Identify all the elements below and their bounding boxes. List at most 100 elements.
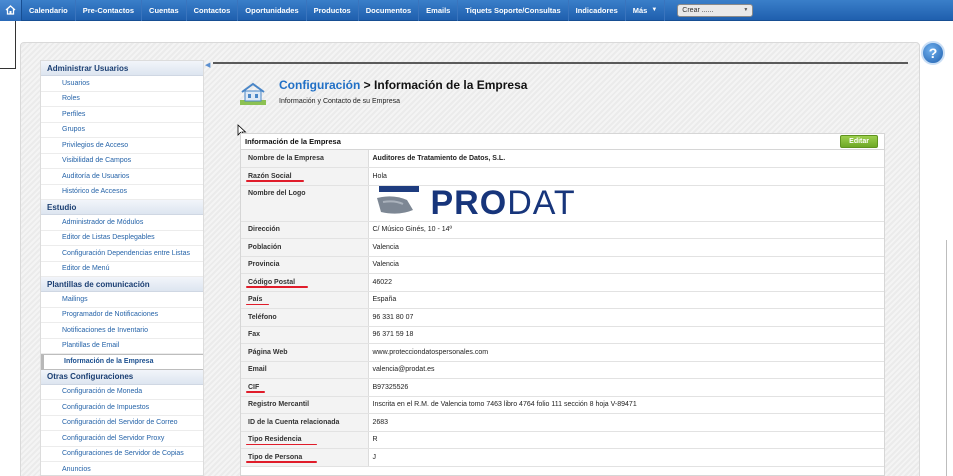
nav-more-menu[interactable]: Más ▼ (626, 0, 666, 21)
panel-header: Información de la Empresa Editar (241, 134, 884, 150)
sidebar-item[interactable]: Histórico de Accesos (41, 185, 203, 200)
field-label: ID de la Cuenta relacionada (241, 413, 369, 432)
sidebar-item[interactable]: Plantillas de Email (41, 339, 203, 354)
red-underline-annotation (246, 391, 265, 393)
sidebar-item[interactable]: Visibilidad de Campos (41, 154, 203, 169)
field-label: Código Postal (241, 273, 369, 292)
table-row: Nombre del Logo PRODAT (241, 185, 884, 222)
nav-item[interactable]: Emails (419, 0, 459, 21)
sidebar-item[interactable]: Notificaciones de Inventario (41, 323, 203, 339)
field-value: Valencia (368, 238, 884, 257)
field-label: Página Web (241, 343, 369, 362)
field-value: 96 331 80 07 (368, 308, 884, 327)
page-title: Configuración > Información de la Empres… (279, 78, 527, 92)
nav-item[interactable]: Calendario (22, 0, 76, 21)
sidebar-item[interactable]: Configuraciones de Servidor de Copias (41, 447, 203, 462)
nav-item[interactable]: Oportunidades (238, 0, 307, 21)
field-label: Razón Social (241, 167, 369, 186)
red-underline-annotation (246, 303, 270, 305)
nav-item[interactable]: Productos (307, 0, 359, 21)
field-label-text: Provincia (248, 261, 280, 269)
edit-button[interactable]: Editar (840, 135, 878, 148)
field-value: Hola (368, 167, 884, 186)
help-button[interactable]: ? (921, 41, 945, 65)
field-label-text: Nombre del Logo (248, 189, 306, 197)
field-value: Inscrita en el R.M. de Valencia tomo 746… (368, 396, 884, 414)
table-row: Dirección C/ Músico Ginés, 10 - 14º (241, 221, 884, 239)
field-label-text: Población (248, 243, 282, 251)
red-underline-annotation (246, 286, 308, 288)
panel-title: Información de la Empresa (245, 137, 341, 146)
field-value: J (368, 448, 884, 467)
breadcrumb-settings-link[interactable]: Configuración (279, 78, 360, 92)
field-label-text: Código Postal (248, 278, 296, 286)
sidebar-item[interactable]: Configuración Dependencias entre Listas (41, 246, 203, 262)
sidebar-item[interactable]: Usuarios (41, 76, 203, 92)
field-label-text: Página Web (248, 348, 288, 356)
sidebar-section-title: Estudio (41, 200, 203, 215)
sidebar-item[interactable]: Mailings (41, 292, 203, 308)
collapse-sidebar-icon[interactable]: ◀ (205, 61, 210, 69)
nav-item[interactable]: Contactos (187, 0, 239, 21)
field-value: PRODAT (368, 185, 884, 222)
field-label-text: Email (248, 366, 267, 374)
create-select[interactable]: Crear ...... ▼ (677, 3, 754, 17)
table-row: CIF B97325526 (241, 378, 884, 397)
home-icon (5, 5, 16, 15)
table-row: Teléfono 96 331 80 07 (241, 308, 884, 327)
sidebar-section-title: Otras Configuraciones (41, 369, 203, 385)
sidebar-item[interactable]: Auditoría de Usuarios (41, 169, 203, 185)
nav-more-label: Más (632, 5, 648, 15)
red-underline-annotation (246, 180, 304, 182)
table-row: Población Valencia (241, 238, 884, 257)
sidebar-item[interactable]: Roles (41, 92, 203, 107)
red-underline-annotation (246, 461, 317, 463)
field-value: 46022 (368, 273, 884, 292)
field-label: Registro Mercantil (241, 396, 369, 414)
field-label-text: Razón Social (248, 172, 292, 180)
create-select-value: Crear ...... (682, 6, 714, 14)
sidebar-item[interactable]: Privilegios de Acceso (41, 138, 203, 154)
field-label: CIF (241, 378, 369, 397)
field-label: Nombre del Logo (241, 185, 369, 222)
nav-item[interactable]: Documentos (359, 0, 420, 21)
sidebar-item[interactable]: Configuración del Servidor de Correo (41, 416, 203, 431)
home-button[interactable] (0, 0, 22, 21)
logo-text-light: DAT (507, 185, 576, 221)
nav-item[interactable]: Indicadores (569, 0, 626, 21)
sidebar-item[interactable]: Configuración de Moneda (41, 385, 203, 400)
table-row: Página Web www.proteccion­datospersonales… (241, 343, 884, 362)
sidebar-item[interactable]: Editor de Listas Desplegables (41, 231, 203, 246)
field-label-text: Registro Mercantil (248, 401, 310, 409)
breadcrumb-separator: > (363, 78, 371, 92)
window-edge (946, 240, 953, 476)
sidebar-item[interactable]: Configuración de Impuestos (41, 400, 203, 416)
sidebar-item[interactable]: Configuración del Servidor Proxy (41, 431, 203, 447)
field-label-text: País (248, 296, 263, 304)
field-label-text: Tipo Residencia (248, 436, 302, 444)
field-label-text: Nombre de la Empresa (248, 155, 324, 162)
nav-item[interactable]: Cuentas (142, 0, 187, 21)
settings-sidebar: Administrar Usuarios Usuarios Roles Perfile… (40, 60, 204, 476)
sidebar-item[interactable]: Grupos (41, 123, 203, 138)
red-underline-annotation (246, 443, 317, 445)
divider (213, 62, 908, 64)
sidebar-item[interactable]: Anuncios (41, 462, 203, 476)
company-info-panel: Información de la Empresa Editar Nombre … (240, 133, 885, 476)
field-value: Auditores de Tratamiento de Datos, S.L. (368, 150, 884, 168)
nav-item[interactable]: Tiquets Soporte/Consultas (458, 0, 569, 21)
sidebar-item[interactable]: Perfiles (41, 107, 203, 123)
field-label-text: CIF (248, 383, 260, 391)
field-value: B97325526 (368, 378, 884, 397)
sidebar-item[interactable]: Editor de Menú (41, 262, 203, 277)
sidebar-section-title: Plantillas de comunicación (41, 277, 203, 292)
field-label-text: Dirección (248, 226, 280, 234)
table-row: Tipo de Persona J (241, 448, 884, 467)
field-label-text: Fax (248, 331, 261, 339)
sidebar-item[interactable]: Administrador de Módulos (41, 215, 203, 231)
nav-item[interactable]: Pre-Contactos (76, 0, 143, 21)
sidebar-item[interactable]: Programador de Notificaciones (41, 308, 203, 323)
field-label: Email (241, 361, 369, 379)
field-value: España (368, 291, 884, 309)
sidebar-item[interactable]: Información de la Empresa (41, 354, 203, 370)
